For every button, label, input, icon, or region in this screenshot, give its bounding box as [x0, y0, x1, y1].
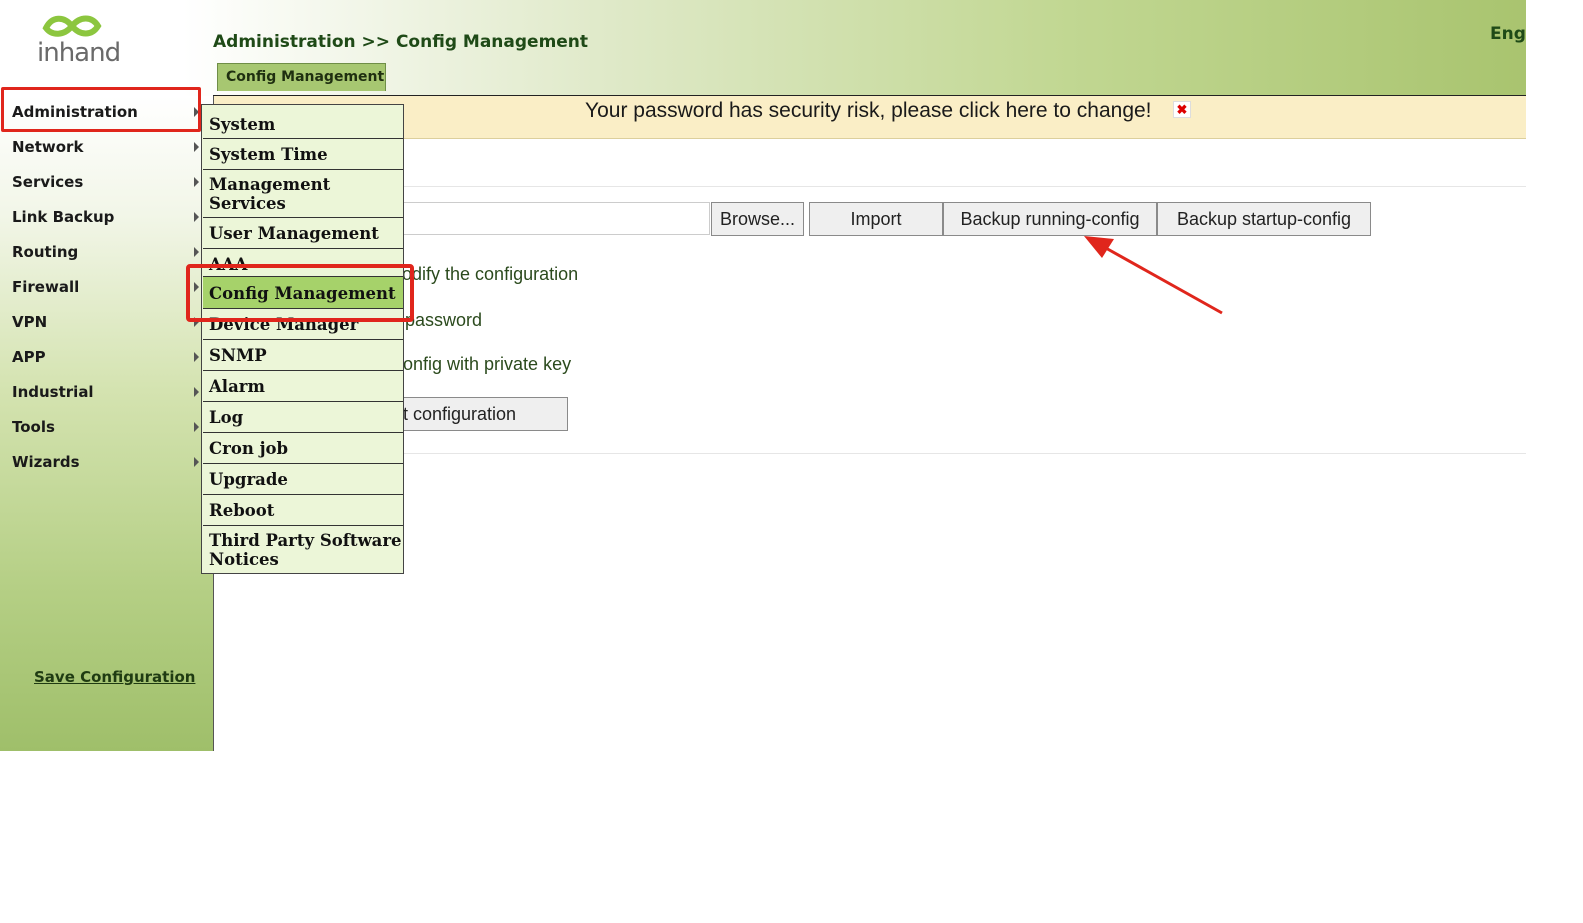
sidebar-item-routing[interactable]: Routing [0, 243, 200, 278]
sidebar-item-label: Tools [12, 418, 55, 436]
submenu-item-cron-job[interactable]: Cron job [203, 433, 403, 464]
import-button[interactable]: Import [809, 202, 943, 236]
file-path-input[interactable] [403, 202, 710, 235]
save-configuration-link[interactable]: Save Configuration [34, 668, 195, 686]
chevron-right-icon [194, 212, 199, 222]
submenu-item-management-services[interactable]: Management Services [203, 170, 403, 218]
sidebar-item-label: Industrial [12, 383, 94, 401]
chevron-right-icon [194, 457, 199, 467]
sidebar-item-label: Firewall [12, 278, 80, 296]
language-selector[interactable]: Eng [1490, 24, 1526, 44]
submenu-item-log[interactable]: Log [203, 402, 403, 433]
sidebar-item-services[interactable]: Services [0, 173, 200, 208]
administration-submenu: System System Time Management Services U… [201, 104, 404, 574]
sidebar-item-label: VPN [12, 313, 48, 331]
sidebar-item-wizards[interactable]: Wizards [0, 453, 200, 488]
submenu-item-reboot[interactable]: Reboot [203, 495, 403, 526]
sidebar-item-link-backup[interactable]: Link Backup [0, 208, 200, 243]
chevron-right-icon [194, 387, 199, 397]
header-bar: inhand Administration >> Config Manageme… [0, 0, 1526, 96]
security-warning-banner[interactable]: Your password has security risk, please … [213, 96, 1526, 139]
chevron-right-icon [194, 247, 199, 257]
submenu-item-upgrade[interactable]: Upgrade [203, 464, 403, 495]
red-arrow-icon [1084, 236, 1223, 315]
sidebar-item-label: Services [12, 173, 84, 191]
submenu-item-snmp[interactable]: SNMP [203, 340, 403, 371]
warning-text[interactable]: Your password has security risk, please … [585, 99, 1152, 123]
submenu-item-system-time[interactable]: System Time [203, 139, 403, 170]
logo-text: inhand [37, 38, 121, 68]
sidebar: Administration Network Services Link Bac… [0, 96, 214, 751]
tab-config-management[interactable]: Config Management [217, 63, 386, 91]
submenu-item-system[interactable]: System [203, 108, 403, 139]
chevron-right-icon [194, 352, 199, 362]
option-password-label[interactable]: password [405, 310, 482, 331]
sidebar-item-label: Routing [12, 243, 79, 261]
submenu-item-alarm[interactable]: Alarm [203, 371, 403, 402]
sidebar-item-industrial[interactable]: Industrial [0, 383, 200, 418]
breadcrumb: Administration >> Config Management [213, 32, 589, 52]
highlight-config-management [186, 264, 414, 322]
sidebar-item-tools[interactable]: Tools [0, 418, 200, 453]
browse-button[interactable]: Browse... [711, 202, 804, 236]
close-icon[interactable]: ✖ [1173, 101, 1191, 118]
submenu-item-third-party-notices[interactable]: Third Party Software Notices [203, 526, 403, 574]
content-divider-bottom [400, 453, 1526, 454]
chevron-right-icon [194, 142, 199, 152]
chevron-right-icon [194, 422, 199, 432]
chevron-right-icon [194, 177, 199, 187]
sidebar-item-label: Link Backup [12, 208, 115, 226]
sidebar-item-app[interactable]: APP [0, 348, 200, 383]
sidebar-item-network[interactable]: Network [0, 138, 200, 173]
option-modify-config-label[interactable]: odify the configuration [402, 264, 578, 285]
submenu-item-user-management[interactable]: User Management [203, 218, 403, 249]
sidebar-item-label: Network [12, 138, 84, 156]
sidebar-item-vpn[interactable]: VPN [0, 313, 200, 348]
highlight-administration [1, 87, 201, 132]
sidebar-item-firewall[interactable]: Firewall [0, 278, 200, 313]
sidebar-item-label: Wizards [12, 453, 80, 471]
content-divider [400, 186, 1526, 187]
option-private-key-label[interactable]: onfig with private key [403, 354, 571, 375]
sidebar-item-label: APP [12, 348, 46, 366]
